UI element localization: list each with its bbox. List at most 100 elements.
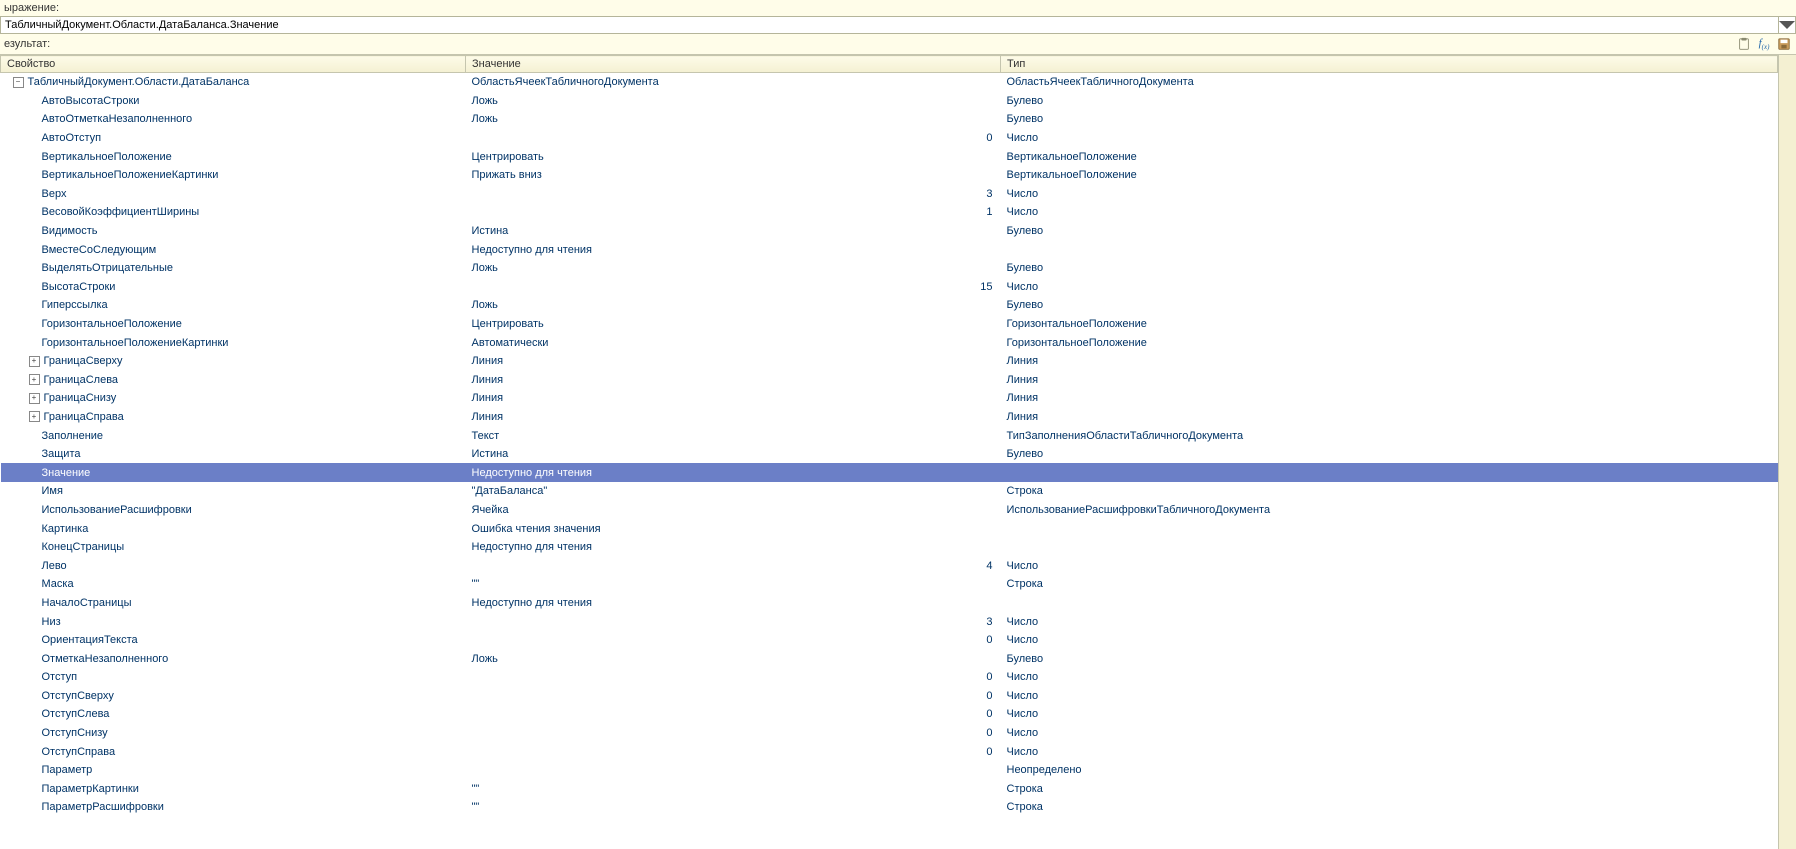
property-row[interactable]: КартинкаОшибка чтения значения: [1, 519, 1778, 538]
property-row[interactable]: АвтоВысотаСтрокиЛожьБулево: [1, 92, 1778, 111]
property-row[interactable]: Маска""Строка: [1, 575, 1778, 594]
property-value: Ячейка: [466, 501, 1001, 520]
property-row[interactable]: −ТабличныйДокумент.Области.ДатаБалансаОб…: [1, 73, 1778, 92]
property-type: [1001, 519, 1778, 538]
property-value: Ложь: [466, 110, 1001, 129]
property-type: [1001, 240, 1778, 259]
toggle-placeholder: [29, 282, 38, 291]
property-row[interactable]: Лево4Число: [1, 556, 1778, 575]
property-row[interactable]: Имя"ДатаБаланса"Строка: [1, 482, 1778, 501]
property-row[interactable]: +ГраницаСлеваЛинияЛиния: [1, 371, 1778, 390]
expression-dropdown-button[interactable]: [1778, 17, 1795, 33]
property-row[interactable]: Низ3Число: [1, 612, 1778, 631]
property-row[interactable]: ЗаполнениеТекстТипЗаполненияОбластиТабли…: [1, 426, 1778, 445]
property-name: ГраницаСлева: [44, 374, 119, 386]
toggle-placeholder: [29, 96, 38, 105]
property-name: Маска: [42, 578, 74, 590]
property-row[interactable]: ВысотаСтроки15Число: [1, 278, 1778, 297]
property-row[interactable]: НачалоСтраницыНедоступно для чтения: [1, 594, 1778, 613]
property-row[interactable]: ВидимостьИстинаБулево: [1, 222, 1778, 241]
property-type: ВертикальноеПоложение: [1001, 166, 1778, 185]
expression-label: ыражение:: [0, 0, 1796, 16]
column-header-type[interactable]: Тип: [1001, 56, 1778, 73]
expand-toggle[interactable]: +: [29, 393, 40, 404]
expand-toggle[interactable]: +: [29, 374, 40, 385]
property-type: ТипЗаполненияОбластиТабличногоДокумента: [1001, 426, 1778, 445]
property-value: Истина: [466, 222, 1001, 241]
property-row[interactable]: ИспользованиеРасшифровкиЯчейкаИспользова…: [1, 501, 1778, 520]
property-name: АвтоВысотаСтроки: [42, 95, 140, 107]
properties-grid[interactable]: Свойство Значение Тип −ТабличныйДокумент…: [0, 55, 1778, 849]
property-row[interactable]: ОтступСнизу0Число: [1, 724, 1778, 743]
property-row[interactable]: ОтступСверху0Число: [1, 687, 1778, 706]
property-row[interactable]: ВместеСоСледующимНедоступно для чтения: [1, 240, 1778, 259]
toggle-placeholder: [29, 115, 38, 124]
toggle-placeholder: [29, 320, 38, 329]
toggle-placeholder: [29, 431, 38, 440]
property-value: ОбластьЯчеекТабличногоДокумента: [466, 73, 1001, 92]
property-name: Гиперссылка: [42, 299, 108, 311]
property-value: "": [466, 798, 1001, 817]
property-value: Недоступно для чтения: [466, 594, 1001, 613]
property-type: Булево: [1001, 222, 1778, 241]
toggle-placeholder: [29, 189, 38, 198]
property-value: Ложь: [466, 296, 1001, 315]
property-type: Число: [1001, 556, 1778, 575]
property-row[interactable]: ПараметрНеопределено: [1, 761, 1778, 780]
property-row[interactable]: ОтступСлева0Число: [1, 705, 1778, 724]
vertical-scrollbar[interactable]: [1778, 55, 1796, 849]
property-value: [466, 761, 1001, 780]
property-row[interactable]: ВыделятьОтрицательныеЛожьБулево: [1, 259, 1778, 278]
property-row[interactable]: ГиперссылкаЛожьБулево: [1, 296, 1778, 315]
column-header-property[interactable]: Свойство: [1, 56, 466, 73]
collapse-toggle[interactable]: −: [13, 77, 24, 88]
property-row[interactable]: ОтступСправа0Число: [1, 742, 1778, 761]
toggle-placeholder: [29, 710, 38, 719]
toggle-placeholder: [29, 784, 38, 793]
expression-input[interactable]: [1, 17, 1778, 33]
expand-toggle[interactable]: +: [29, 411, 40, 422]
fx-button[interactable]: f(x): [1756, 36, 1772, 52]
toggle-placeholder: [29, 245, 38, 254]
property-row[interactable]: +ГраницаСправаЛинияЛиния: [1, 408, 1778, 427]
toggle-placeholder: [29, 543, 38, 552]
property-value: Недоступно для чтения: [466, 463, 1001, 482]
property-row[interactable]: ПараметрРасшифровки""Строка: [1, 798, 1778, 817]
property-row[interactable]: Значение Недоступно для чтения: [1, 463, 1778, 482]
property-row[interactable]: ВесовойКоэффициентШирины1Число: [1, 203, 1778, 222]
toggle-placeholder: [29, 152, 38, 161]
property-row[interactable]: ПараметрКартинки""Строка: [1, 780, 1778, 799]
toggle-placeholder: [29, 468, 38, 477]
save-button[interactable]: [1776, 36, 1792, 52]
property-value: Ошибка чтения значения: [466, 519, 1001, 538]
property-value: Линия: [466, 408, 1001, 427]
property-row[interactable]: Верх3Число: [1, 185, 1778, 204]
property-row[interactable]: ГоризонтальноеПоложениеКартинкиАвтоматич…: [1, 333, 1778, 352]
expand-toggle[interactable]: +: [29, 356, 40, 367]
property-value: 0: [466, 129, 1001, 148]
property-value: 1: [466, 203, 1001, 222]
toggle-placeholder: [29, 654, 38, 663]
property-name: ВертикальноеПоложение: [42, 151, 172, 163]
property-row[interactable]: ВертикальноеПоложениеКартинкиПрижать вни…: [1, 166, 1778, 185]
property-row[interactable]: ОтметкаНезаполненногоЛожьБулево: [1, 649, 1778, 668]
property-row[interactable]: АвтоОтметкаНезаполненногоЛожьБулево: [1, 110, 1778, 129]
toggle-placeholder: [29, 208, 38, 217]
property-row[interactable]: АвтоОтступ0Число: [1, 129, 1778, 148]
property-row[interactable]: КонецСтраницыНедоступно для чтения: [1, 538, 1778, 557]
property-type: Число: [1001, 612, 1778, 631]
property-row[interactable]: ЗащитаИстинаБулево: [1, 445, 1778, 464]
clipboard-button[interactable]: [1736, 36, 1752, 52]
column-header-value[interactable]: Значение: [466, 56, 1001, 73]
toggle-placeholder: [29, 505, 38, 514]
property-row[interactable]: Отступ0Число: [1, 668, 1778, 687]
property-value: Центрировать: [466, 147, 1001, 166]
chevron-down-icon: [1779, 17, 1795, 33]
property-name: Значение: [42, 467, 91, 479]
property-row[interactable]: ВертикальноеПоложениеЦентрироватьВертика…: [1, 147, 1778, 166]
property-row[interactable]: +ГраницаСверхуЛинияЛиния: [1, 352, 1778, 371]
property-row[interactable]: ГоризонтальноеПоложениеЦентрироватьГориз…: [1, 315, 1778, 334]
property-type: Строка: [1001, 482, 1778, 501]
property-row[interactable]: ОриентацияТекста0Число: [1, 631, 1778, 650]
property-row[interactable]: +ГраницаСнизуЛинияЛиния: [1, 389, 1778, 408]
